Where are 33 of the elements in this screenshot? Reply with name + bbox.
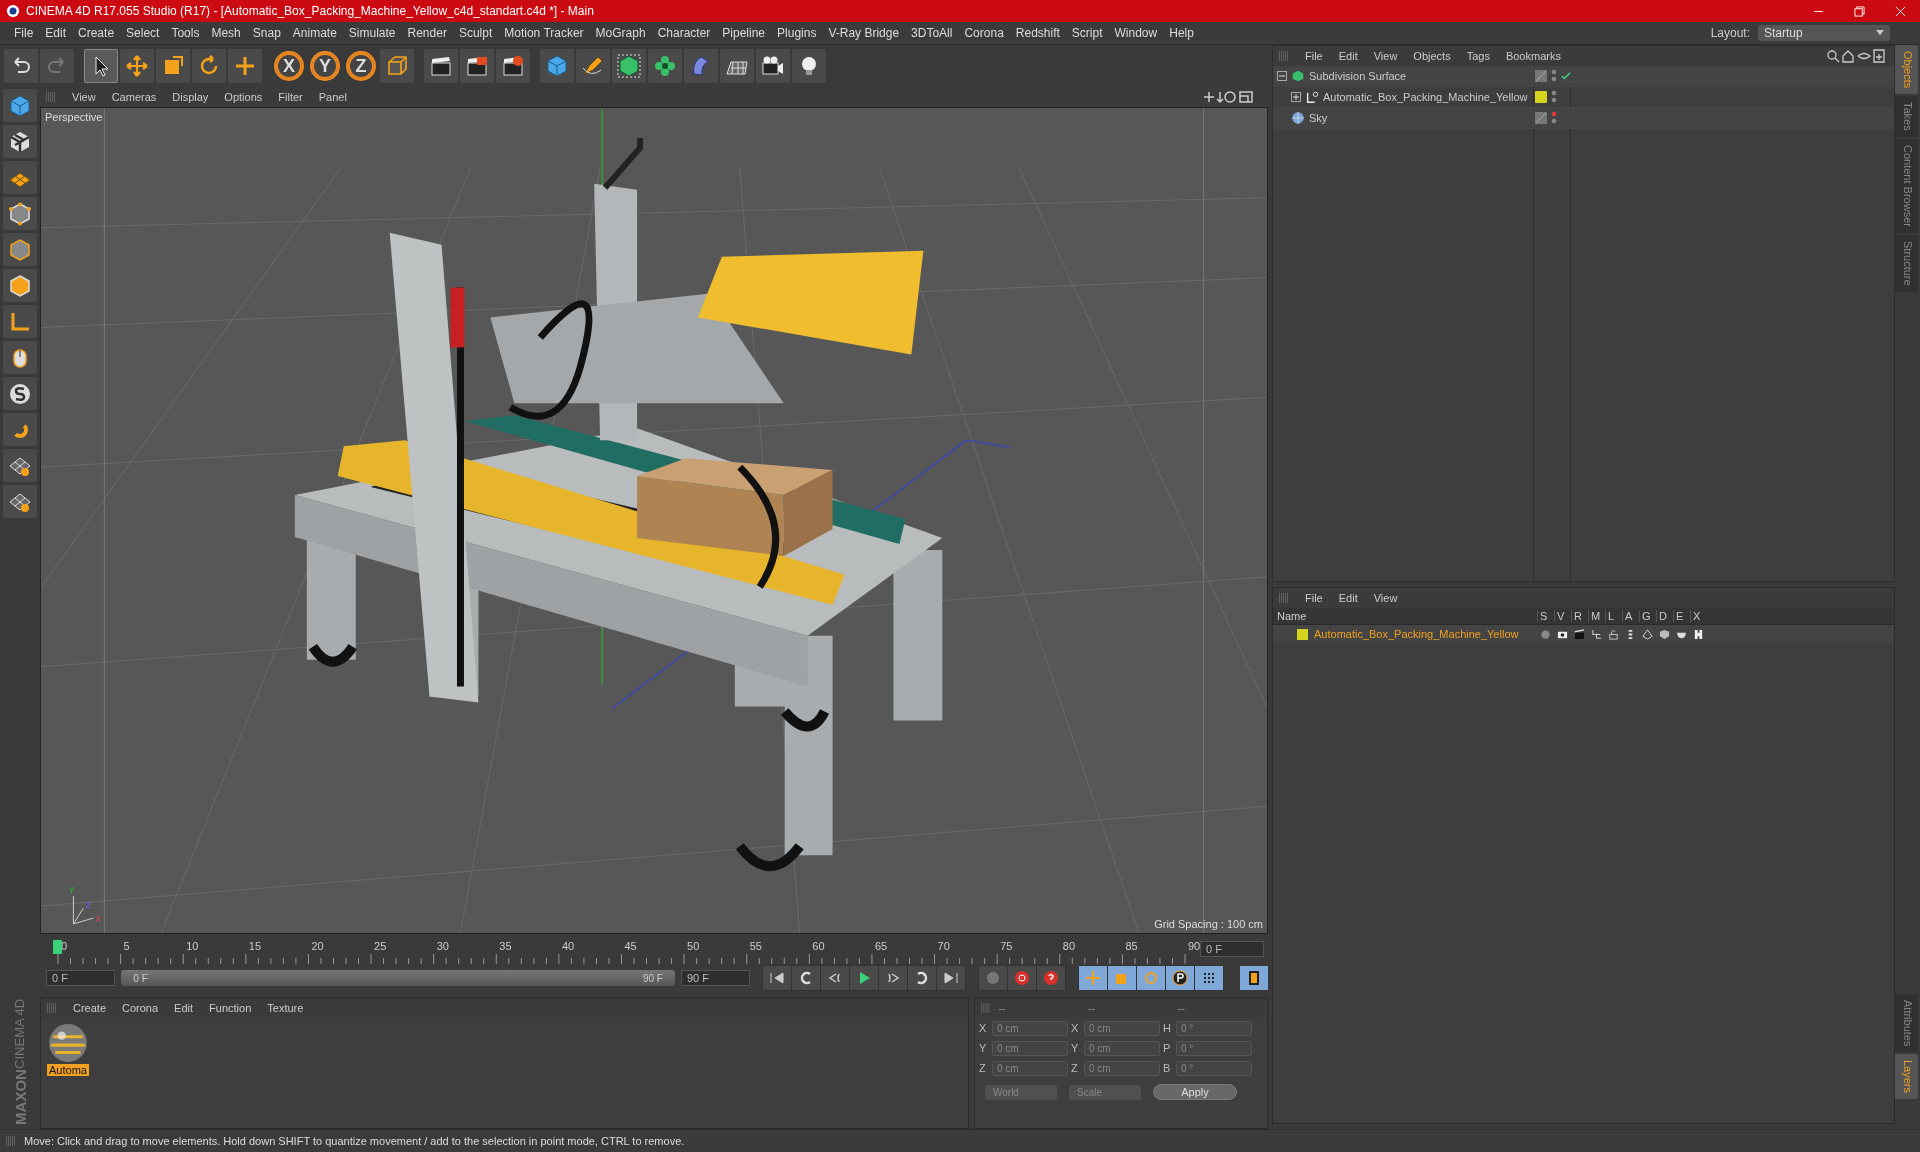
logo-text: MAXON (11, 1069, 29, 1125)
column-header: G (1639, 610, 1656, 622)
axis-label: Z (979, 1062, 987, 1074)
camera-label: Perspective (45, 111, 103, 123)
column-header: M (1588, 610, 1605, 622)
material-name: Automa (47, 1064, 89, 1076)
column-header: Name (1276, 610, 1308, 622)
axis-label: X (979, 1022, 988, 1034)
column-header: E (1673, 610, 1690, 622)
grid-spacing-label: Grid Spacing : 100 cm (1154, 918, 1263, 930)
column-header: X (1690, 610, 1707, 622)
column-header: S (1537, 610, 1554, 622)
column-header: D (1656, 610, 1673, 622)
layout-label: Layout: (1710, 26, 1750, 40)
column-header: -- (998, 1002, 1007, 1014)
axis-label: H (1163, 1022, 1172, 1034)
axis-label: B (1163, 1062, 1172, 1074)
layer-name: Automatic_Box_Packing_Machine_Yellow (1314, 628, 1519, 640)
column-header: A (1622, 610, 1639, 622)
status-text: Move: Click and drag to move elements. Hold down SHIFT to quantize movement / add to the selection in point mode, CTRL to remove. (24, 1135, 685, 1147)
axis-label: P (1163, 1042, 1172, 1054)
column-header: R (1571, 610, 1588, 622)
axis-label: Y (1071, 1042, 1080, 1054)
column-header: -- (1177, 1002, 1186, 1014)
column-header: -- (1087, 1002, 1097, 1014)
column-header: V (1554, 610, 1571, 622)
column-header: L (1605, 610, 1622, 622)
axis-label: Z (1071, 1062, 1079, 1074)
axis-gizmo-drawing: Y Z X (68, 885, 102, 925)
axis-label: X (1071, 1022, 1080, 1034)
window-title: CINEMA 4D R17.055 Studio (R17) - [Automatic_Box_Packing_Machine_Yellow_c4d_standart.c4d *] - Main (26, 4, 595, 18)
axis-label: Y (979, 1042, 988, 1054)
logo-text: CINEMA 4D (11, 999, 28, 1070)
